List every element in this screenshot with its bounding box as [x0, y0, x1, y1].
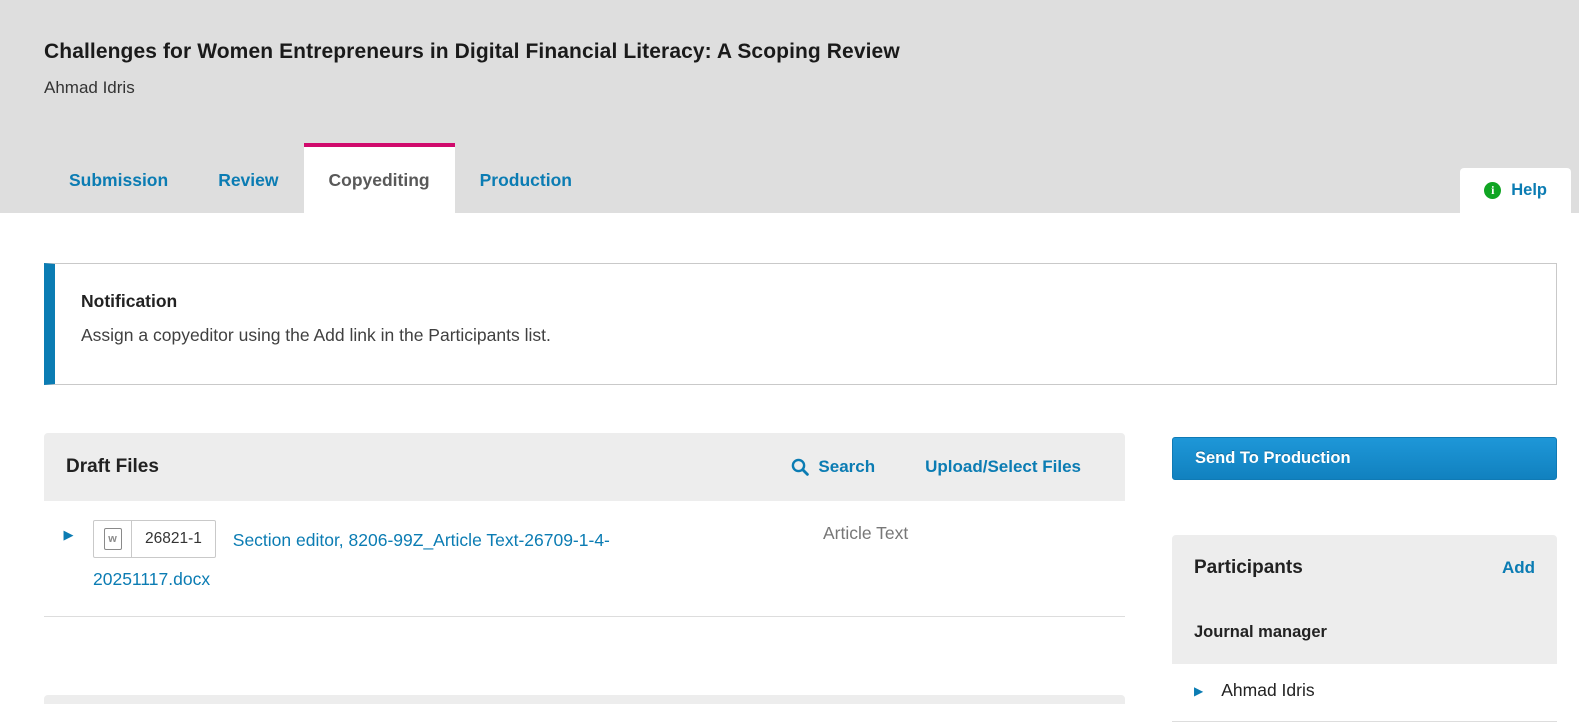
help-label: Help — [1511, 181, 1547, 200]
notification-message: Assign a copyeditor using the Add link i… — [81, 325, 1530, 346]
expand-file-arrow-icon[interactable]: ▶ — [44, 527, 93, 543]
search-label: Search — [818, 457, 875, 477]
notification-title: Notification — [81, 291, 1530, 312]
word-document-icon: w — [94, 521, 132, 557]
search-button[interactable]: Search — [791, 457, 875, 477]
search-icon — [791, 458, 809, 476]
workflow-tab-bar: Submission Review Copyediting Production — [44, 143, 597, 213]
participants-panel: Participants Add Journal manager ▶ Ahmad… — [1172, 535, 1557, 722]
draft-files-panel: Draft Files Search Upload/Select Files ▶… — [44, 433, 1125, 617]
participants-title: Participants — [1194, 557, 1303, 579]
page-author: Ahmad Idris — [44, 78, 135, 98]
draft-file-row: ▶ w 26821-1 Section editor, 8206-99Z_Art… — [44, 501, 1125, 617]
participant-name: Ahmad Idris — [1221, 680, 1314, 701]
upload-select-files-button[interactable]: Upload/Select Files — [925, 457, 1081, 477]
draft-files-header: Draft Files Search Upload/Select Files — [44, 433, 1125, 501]
tab-submission[interactable]: Submission — [44, 143, 193, 213]
help-button[interactable]: i Help — [1460, 168, 1571, 213]
add-participant-button[interactable]: Add — [1502, 558, 1535, 578]
participant-row: ▶ Ahmad Idris — [1172, 664, 1557, 722]
expand-participant-arrow-icon[interactable]: ▶ — [1194, 684, 1203, 698]
file-type-label: Article Text — [823, 523, 908, 544]
submission-header-band: Challenges for Women Entrepreneurs in Di… — [0, 0, 1579, 213]
workflow-sidebar: Send To Production Participants Add Jour… — [1172, 437, 1557, 722]
info-circle-icon: i — [1484, 182, 1501, 199]
draft-files-title: Draft Files — [66, 456, 159, 478]
upload-select-files-label: Upload/Select Files — [925, 457, 1081, 477]
file-name-cell: w 26821-1 Section editor, 8206-99Z_Artic… — [93, 521, 718, 598]
send-to-production-button[interactable]: Send To Production — [1172, 437, 1557, 480]
draft-files-actions: Search Upload/Select Files — [791, 457, 1081, 477]
file-id-pill: w 26821-1 — [93, 520, 216, 558]
page-title: Challenges for Women Entrepreneurs in Di… — [44, 40, 900, 64]
notification-box: Notification Assign a copyeditor using t… — [44, 263, 1557, 385]
tab-review[interactable]: Review — [193, 143, 303, 213]
participant-role-heading: Journal manager — [1194, 579, 1535, 664]
tab-copyediting[interactable]: Copyediting — [304, 143, 455, 213]
file-id: 26821-1 — [132, 521, 215, 557]
participants-header: Participants Add Journal manager — [1172, 535, 1557, 664]
tab-production[interactable]: Production — [455, 143, 597, 213]
next-panel-top-edge — [44, 695, 1125, 704]
